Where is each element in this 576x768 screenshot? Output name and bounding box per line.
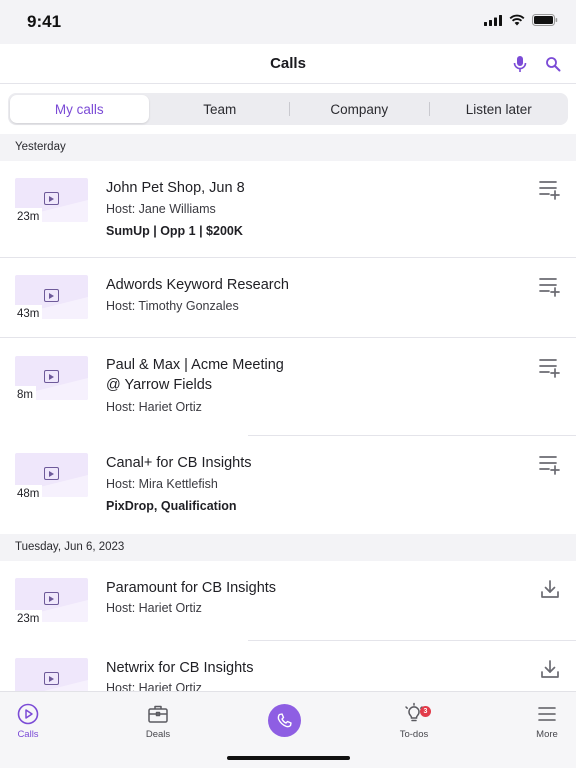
tab-listen-later[interactable]: Listen later bbox=[430, 93, 569, 125]
page-title: Calls bbox=[270, 55, 306, 72]
call-duration: 43m bbox=[15, 305, 43, 322]
call-title: Paul & Max | Acme Meeting @ Yarrow Field… bbox=[106, 357, 284, 393]
play-icon bbox=[44, 370, 59, 383]
download-icon[interactable] bbox=[539, 579, 563, 601]
call-row[interactable]: Netwrix for CB Insights Host: Hariet Ort… bbox=[0, 641, 576, 691]
call-title: Adwords Keyword Research bbox=[106, 277, 289, 293]
call-title: Paramount for CB Insights bbox=[106, 580, 277, 596]
play-icon bbox=[44, 672, 59, 685]
play-circle-icon bbox=[17, 703, 39, 725]
tab-company[interactable]: Company bbox=[290, 93, 429, 125]
mic-icon[interactable] bbox=[512, 55, 528, 73]
call-host: Host: Hariet Ortiz bbox=[106, 601, 202, 615]
status-time: 9:41 bbox=[27, 12, 62, 31]
cellular-signal-icon bbox=[484, 14, 502, 26]
call-thumbnail[interactable] bbox=[15, 658, 88, 691]
call-host: Host: Mira Kettlefish bbox=[106, 477, 218, 491]
call-title: Netwrix for CB Insights bbox=[106, 660, 254, 676]
tab-bar-label: Calls bbox=[17, 729, 39, 740]
call-host: Host: Jane Williams bbox=[106, 202, 216, 216]
call-tags: SumUp | Opp 1 | $200K bbox=[106, 224, 243, 238]
call-row[interactable]: 8m Paul & Max | Acme Meeting @ Yarrow Fi… bbox=[0, 338, 576, 435]
call-row[interactable]: 23m John Pet Shop, Jun 8 Host: Jane Will… bbox=[0, 161, 576, 257]
tab-bar-item-calls[interactable]: Calls bbox=[0, 692, 68, 748]
call-tags: PixDrop, Qualification bbox=[106, 499, 237, 513]
tab-team[interactable]: Team bbox=[151, 93, 290, 125]
tab-bar-label: Deals bbox=[145, 729, 171, 740]
wifi-icon bbox=[509, 14, 525, 26]
tab-my-calls[interactable]: My calls bbox=[10, 95, 149, 123]
play-icon bbox=[44, 592, 59, 605]
status-bar: 9:41 bbox=[0, 0, 576, 44]
home-indicator bbox=[227, 756, 350, 760]
call-title: Canal+ for CB Insights bbox=[106, 455, 252, 471]
call-host: Host: Timothy Gonzales bbox=[106, 299, 239, 313]
section-header-tuesday: Tuesday, Jun 6, 2023 bbox=[0, 534, 576, 561]
section-header-yesterday: Yesterday bbox=[0, 134, 576, 161]
menu-icon bbox=[538, 707, 556, 721]
filter-bar: My calls Team Company Listen later bbox=[0, 84, 576, 134]
play-icon bbox=[44, 192, 59, 205]
tab-bar-item-more[interactable]: More bbox=[507, 692, 576, 748]
tab-bar-item-deals[interactable]: Deals bbox=[118, 692, 198, 748]
call-host: Host: Hariet Ortiz bbox=[106, 681, 202, 691]
segmented-control: My calls Team Company Listen later bbox=[8, 93, 568, 125]
call-title: John Pet Shop, Jun 8 bbox=[106, 180, 245, 196]
play-icon bbox=[44, 467, 59, 480]
download-icon[interactable] bbox=[539, 659, 563, 681]
phone-icon[interactable] bbox=[268, 704, 301, 737]
call-row[interactable]: 23m Paramount for CB Insights Host: Hari… bbox=[0, 561, 576, 640]
todos-badge: 3 bbox=[420, 706, 431, 717]
navigation-bar: Calls bbox=[0, 44, 576, 84]
tab-bar-item-todos[interactable]: To-dos bbox=[374, 692, 454, 748]
call-duration: 23m bbox=[15, 208, 43, 225]
search-icon[interactable] bbox=[545, 56, 561, 72]
tab-bar-label: To-dos bbox=[399, 729, 429, 740]
call-row[interactable]: 48m Canal+ for CB Insights Host: Mira Ke… bbox=[0, 436, 576, 533]
play-icon bbox=[44, 289, 59, 302]
phone-icon bbox=[277, 713, 292, 728]
call-duration: 48m bbox=[15, 485, 43, 502]
call-duration: 8m bbox=[15, 386, 36, 403]
briefcase-icon bbox=[148, 705, 168, 723]
call-host: Host: Hariet Ortiz bbox=[106, 400, 202, 414]
add-to-queue-icon[interactable] bbox=[538, 356, 562, 378]
add-to-queue-icon[interactable] bbox=[538, 453, 562, 475]
tab-bar-label: More bbox=[536, 729, 558, 740]
add-to-queue-icon[interactable] bbox=[538, 178, 562, 200]
battery-icon bbox=[532, 14, 558, 26]
call-row[interactable]: 43m Adwords Keyword Research Host: Timot… bbox=[0, 258, 576, 337]
add-to-queue-icon[interactable] bbox=[538, 275, 562, 297]
status-icons bbox=[484, 14, 558, 26]
call-duration: 23m bbox=[15, 610, 43, 627]
